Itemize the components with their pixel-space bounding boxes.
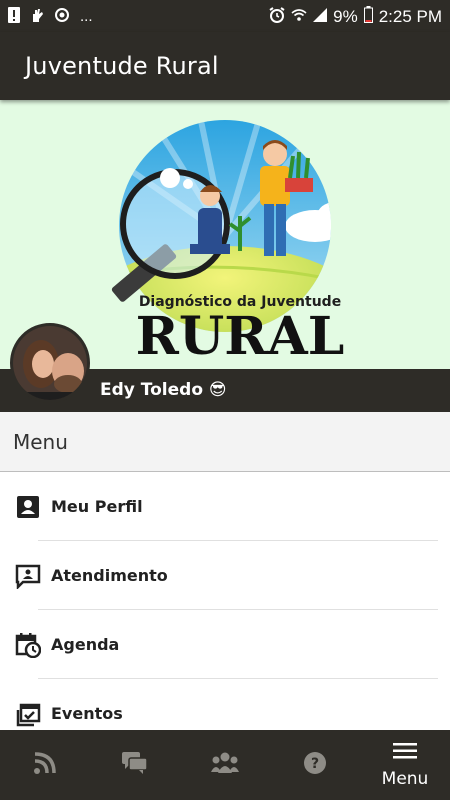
- events-icon: [15, 701, 41, 727]
- diagnostico-logo: Diagnóstico da Juventude RURAL: [111, 120, 345, 366]
- chat-person-icon: [15, 563, 41, 590]
- signal-icon: [313, 7, 328, 25]
- profile-icon: [15, 494, 41, 520]
- menu-list: Meu Perfil Atendimento Agenda Eventos: [0, 472, 450, 748]
- logo-title: RURAL: [136, 306, 345, 366]
- rss-icon: [33, 751, 57, 780]
- nav-feed[interactable]: [0, 730, 90, 800]
- nav-groups[interactable]: [180, 730, 270, 800]
- battery-icon: [363, 6, 373, 26]
- help-icon: ?: [303, 751, 327, 780]
- app-bar: Juventude Rural: [0, 32, 450, 100]
- nav-chat[interactable]: [90, 730, 180, 800]
- sync-icon: [54, 7, 70, 26]
- menu-item-label: Meu Perfil: [51, 497, 143, 516]
- menu-item-label: Eventos: [51, 704, 123, 723]
- hand-icon: [30, 7, 44, 26]
- menu-item-atendimento[interactable]: Atendimento: [0, 541, 450, 610]
- chat-icon: [121, 751, 149, 780]
- alert-icon: [8, 6, 20, 26]
- menu-header-title: Menu: [13, 429, 68, 454]
- status-bar: ... 9% 2:25 PM: [0, 0, 450, 32]
- nav-menu[interactable]: Menu: [360, 730, 450, 800]
- menu-item-label: Atendimento: [51, 566, 168, 585]
- battery-percent: 9%: [333, 6, 358, 26]
- avatar[interactable]: [10, 323, 90, 403]
- profile-name: Edy Toledo 😎: [100, 380, 227, 400]
- alarm-icon: [269, 6, 285, 26]
- status-right: 9% 2:25 PM: [269, 6, 442, 26]
- more-icon: ...: [80, 7, 93, 25]
- clock-time: 2:25 PM: [378, 6, 442, 26]
- menu-item-meu-perfil[interactable]: Meu Perfil: [0, 472, 450, 541]
- app-title: Juventude Rural: [25, 52, 219, 80]
- svg-text:?: ?: [311, 756, 319, 772]
- wifi-icon: [291, 8, 307, 25]
- nav-help[interactable]: ?: [270, 730, 360, 800]
- group-icon: [211, 751, 239, 780]
- menu-item-agenda[interactable]: Agenda: [0, 610, 450, 679]
- bottom-nav: ? Menu: [0, 730, 450, 800]
- menu-header: Menu: [0, 412, 450, 472]
- menu-icon: [393, 742, 417, 765]
- status-left: ...: [8, 6, 93, 26]
- nav-menu-label: Menu: [381, 768, 429, 789]
- menu-item-label: Agenda: [51, 635, 120, 654]
- calendar-clock-icon: [15, 632, 42, 658]
